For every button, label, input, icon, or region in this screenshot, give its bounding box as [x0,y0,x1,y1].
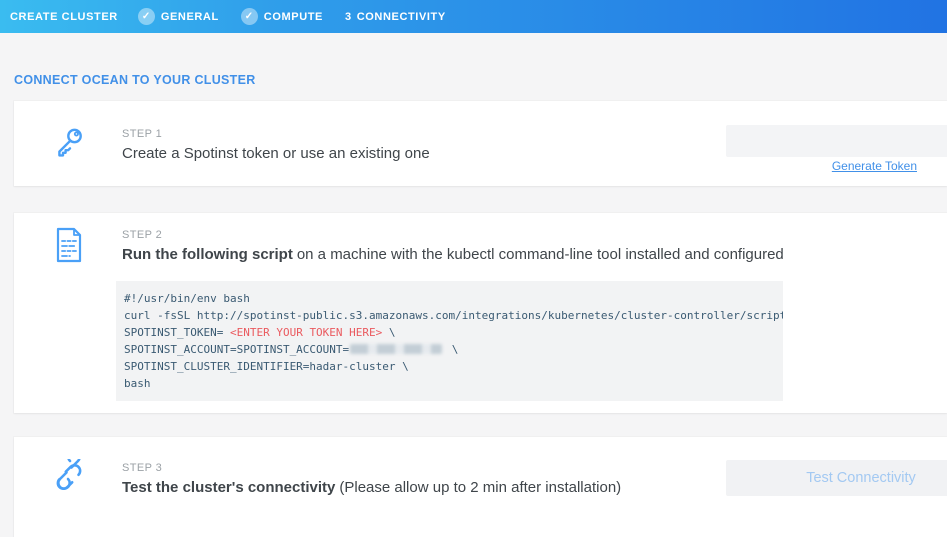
nav-step-label: CONNECTIVITY [357,11,446,23]
step3-title: Test the cluster's connectivity(Please a… [122,479,621,496]
check-icon: ✓ [241,8,258,25]
connect-ocean-page: { "nav": { "title": "CREATE CLUSTER", "s… [0,0,947,518]
code-line: curl -fsSL http://spotinst-public.s3.ama… [124,307,775,324]
code-line: SPOTINST_CLUSTER_IDENTIFIER=hadar-cluste… [124,358,775,375]
step3-label: STEP 3 [122,462,162,474]
step1-card: STEP 1 Create a Spotinst token or use an… [14,101,947,186]
code-line: #!/usr/bin/env bash [124,290,775,307]
redacted-account-id [350,344,442,354]
nav-step-general[interactable]: ✓ GENERAL [138,8,219,25]
nav-steps: ✓ GENERAL ✓ COMPUTE 3 CONNECTIVITY [138,8,468,25]
token-input[interactable] [726,125,947,157]
step1-title: Create a Spotinst token or use an existi… [122,145,430,162]
step3-title-rest: (Please allow up to 2 min after installa… [339,479,621,496]
step2-label: STEP 2 [122,229,162,241]
generate-token-link[interactable]: Generate Token [832,159,917,173]
step3-title-bold: Test the cluster's connectivity [122,479,335,496]
step1-title-text: Create a Spotinst token or use an existi… [122,145,430,162]
nav-step-connectivity[interactable]: 3 CONNECTIVITY [345,11,446,23]
check-icon: ✓ [138,8,155,25]
code-line: SPOTINST_TOKEN= <ENTER YOUR TOKEN HERE> … [124,324,775,341]
nav-step-label: COMPUTE [264,11,323,23]
key-icon [53,125,85,161]
chain-link-icon [51,459,87,495]
script-code-block[interactable]: #!/usr/bin/env bashcurl -fsSL http://spo… [116,281,783,401]
nav-step-compute[interactable]: ✓ COMPUTE [241,8,323,25]
code-line: SPOTINST_ACCOUNT=SPOTINST_ACCOUNT= \ [124,341,775,358]
step1-label: STEP 1 [122,128,162,140]
wizard-topbar: CREATE CLUSTER ✓ GENERAL ✓ COMPUTE 3 CONNECTI… [0,0,947,33]
page-title: CONNECT OCEAN TO YOUR CLUSTER [14,73,256,87]
step2-card: STEP 2 Run the following scripton a mach… [14,213,947,413]
test-connectivity-button[interactable]: Test Connectivity [726,460,947,496]
step2-title-bold: Run the following script [122,246,293,263]
nav-step-label: GENERAL [161,11,219,23]
step-number: 3 [345,11,352,23]
wizard-title: CREATE CLUSTER [10,11,118,23]
step2-title: Run the following scripton a machine wit… [122,246,784,263]
script-document-icon [55,227,83,263]
step2-title-rest: on a machine with the kubectl command-li… [297,246,784,263]
step3-card: STEP 3 Test the cluster's connectivity(P… [14,437,947,537]
code-line: bash [124,375,775,392]
